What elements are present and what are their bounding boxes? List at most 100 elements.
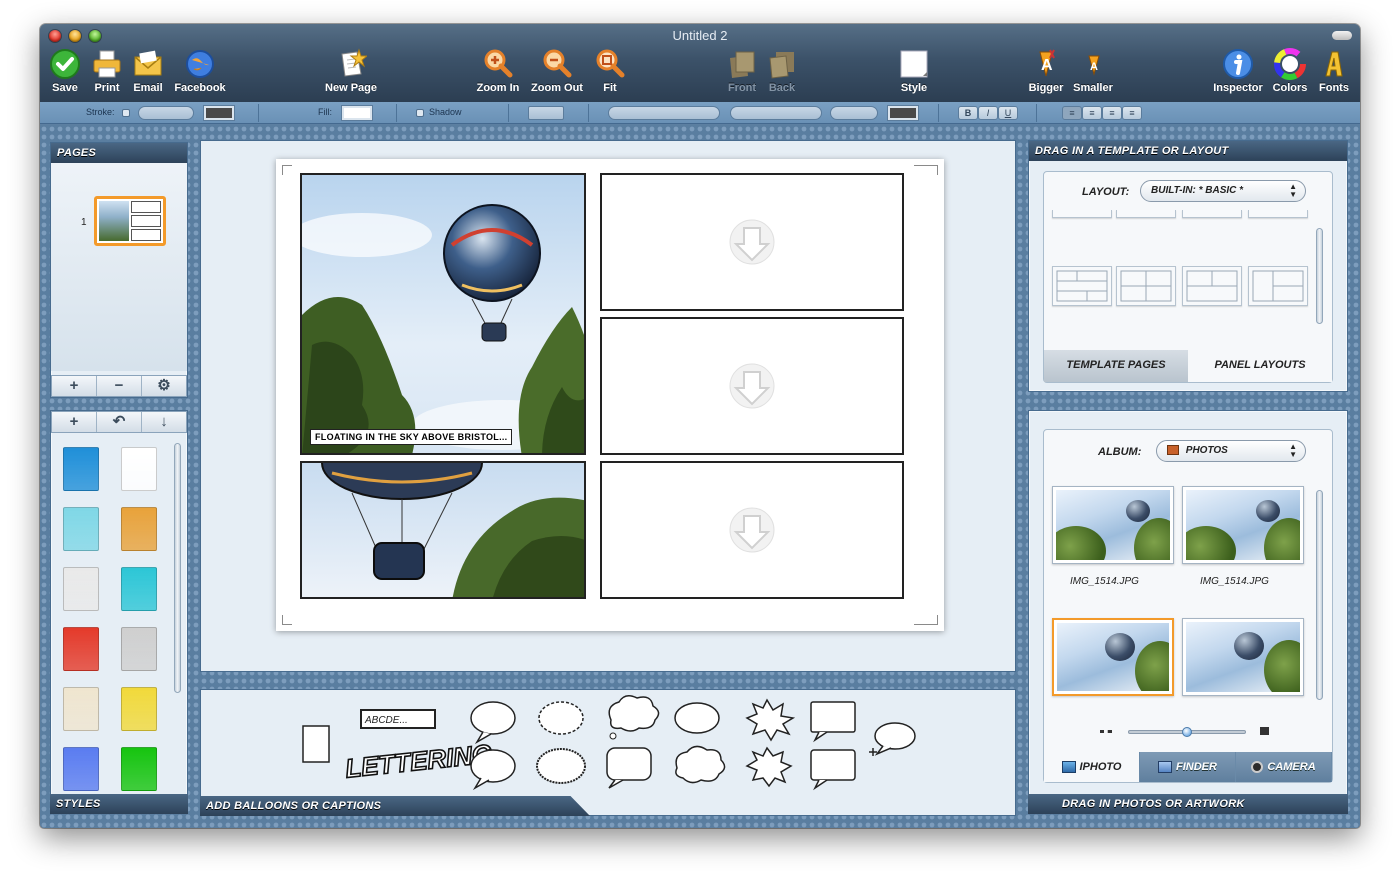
style-swatch[interactable] (63, 627, 99, 671)
cloud-balloon-item[interactable] (675, 745, 726, 784)
fonts-button[interactable]: Fonts (1316, 48, 1352, 94)
whisper-balloon-item[interactable] (538, 701, 584, 735)
tab-panel-layouts[interactable]: Panel Layouts (1188, 350, 1332, 382)
album-popup[interactable]: Photos ▲ ▼ (1156, 440, 1306, 462)
layout-grid-icon (1056, 270, 1108, 302)
thumbnail-size-slider[interactable] (1128, 727, 1246, 737)
font-size-popup[interactable] (830, 106, 878, 120)
style-swatch[interactable] (63, 447, 99, 491)
zoom-in-button[interactable]: Zoom In (474, 48, 522, 94)
comic-panel-photo-1[interactable]: FLOATING IN THE SKY ABOVE BRISTOL... (300, 173, 586, 455)
comic-panel-empty-1[interactable] (600, 173, 904, 311)
bold-button[interactable]: B (958, 106, 978, 120)
email-button[interactable]: Email (130, 48, 166, 94)
smaller-button[interactable]: A Smaller (1070, 48, 1116, 94)
remove-page-button[interactable]: − (97, 376, 142, 396)
layout-thumbnail[interactable] (1182, 266, 1242, 306)
style-swatch[interactable] (63, 687, 99, 731)
layout-thumbnail[interactable] (1116, 266, 1176, 306)
rect-balloon-item[interactable] (810, 701, 856, 743)
templates-scrollbar[interactable] (1316, 228, 1323, 324)
send-to-back-button[interactable]: Back (764, 48, 800, 94)
burst-balloon-alt-item[interactable] (745, 746, 793, 788)
blank-panel-item[interactable] (302, 725, 330, 763)
inspector-button[interactable]: Inspector (1210, 48, 1266, 94)
apply-style-button[interactable]: ↓ (142, 412, 186, 432)
style-swatch[interactable] (121, 627, 157, 671)
scalloped-balloon-item[interactable] (536, 748, 586, 784)
italic-button[interactable]: I (978, 106, 998, 120)
shadow-checkbox[interactable] (416, 109, 424, 117)
photos-icon (1167, 445, 1179, 456)
new-page-button[interactable]: New Page (320, 48, 382, 94)
stroke-checkbox[interactable] (122, 109, 130, 117)
comic-panel-empty-3[interactable] (600, 461, 904, 599)
style-swatch[interactable] (121, 507, 157, 551)
photo-thumbnail[interactable] (1182, 486, 1304, 564)
stroke-color-well[interactable] (203, 105, 235, 121)
add-style-button[interactable]: + (52, 412, 97, 432)
caption-box[interactable]: FLOATING IN THE SKY ABOVE BRISTOL... (310, 429, 513, 445)
burst-balloon-item[interactable] (745, 698, 796, 742)
tab-finder[interactable]: Finder (1140, 752, 1236, 782)
tab-camera[interactable]: Camera (1236, 752, 1332, 782)
photo-thumbnail[interactable] (1182, 618, 1304, 696)
layout-thumbnail[interactable] (1248, 210, 1308, 218)
speech-balloon-alt-item[interactable] (470, 749, 516, 791)
underline-button[interactable]: U (998, 106, 1018, 120)
align-justify-button[interactable]: ≡ (1122, 106, 1142, 120)
shadow-style-popup[interactable] (528, 106, 564, 120)
revert-style-button[interactable]: ↶ (97, 412, 142, 432)
bring-to-front-button[interactable]: Front (722, 48, 762, 94)
bigger-button[interactable]: A Bigger (1026, 48, 1066, 94)
print-button[interactable]: Print (90, 48, 124, 94)
facebook-button[interactable]: Facebook (172, 48, 228, 94)
style-swatch[interactable] (121, 447, 157, 491)
layout-thumbnail[interactable] (1052, 266, 1112, 306)
align-center-button[interactable]: ≡ (1082, 106, 1102, 120)
stroke-style-popup[interactable] (138, 106, 194, 120)
styles-scrollbar[interactable] (174, 443, 181, 693)
tab-template-pages[interactable]: Template Pages (1044, 350, 1188, 382)
slider-knob[interactable] (1182, 727, 1192, 737)
add-page-button[interactable]: + (52, 376, 97, 396)
page-thumbnail[interactable] (94, 196, 166, 246)
layout-popup[interactable]: Built-in: * Basic * ▲ ▼ (1140, 180, 1306, 202)
square-balloon-item[interactable] (606, 747, 652, 789)
save-button[interactable]: Save (48, 48, 82, 94)
colors-button[interactable]: Colors (1270, 48, 1310, 94)
zoom-out-button[interactable]: Zoom Out (528, 48, 586, 94)
page-settings-button[interactable]: ⚙ (142, 376, 186, 396)
fill-color-well[interactable] (341, 105, 373, 121)
tab-iphoto[interactable]: iPhoto (1044, 752, 1140, 782)
style-swatch[interactable] (121, 687, 157, 731)
oval-balloon-item[interactable] (674, 702, 720, 734)
text-color-well[interactable] (887, 105, 919, 121)
fit-button[interactable]: Fit (592, 48, 628, 94)
font-family-popup[interactable] (608, 106, 720, 120)
align-left-button[interactable]: ≡ (1062, 106, 1082, 120)
style-swatch[interactable] (63, 567, 99, 611)
photo-thumbnail-selected[interactable] (1052, 618, 1174, 696)
speech-balloon-item[interactable] (470, 701, 516, 745)
style-button[interactable]: Style (896, 48, 932, 94)
rect-balloon-alt-item[interactable] (810, 749, 856, 791)
thumbnail-empty-panels (131, 201, 161, 241)
comic-panel-photo-2[interactable] (300, 461, 586, 599)
thought-balloon-item[interactable] (608, 695, 660, 740)
style-swatch[interactable] (63, 507, 99, 551)
add-custom-balloon-item[interactable] (869, 722, 916, 756)
align-right-button[interactable]: ≡ (1102, 106, 1122, 120)
photos-scrollbar[interactable] (1316, 490, 1323, 700)
layout-thumbnail[interactable] (1248, 266, 1308, 306)
style-swatch[interactable] (121, 747, 157, 791)
layout-thumbnail[interactable] (1052, 210, 1112, 218)
style-swatch[interactable] (63, 747, 99, 791)
lettering-item[interactable]: LETTERING (343, 738, 494, 785)
layout-thumbnail[interactable] (1182, 210, 1242, 218)
layout-thumbnail[interactable] (1116, 210, 1176, 218)
comic-panel-empty-2[interactable] (600, 317, 904, 455)
style-swatch[interactable] (121, 567, 157, 611)
font-style-popup[interactable] (730, 106, 822, 120)
photo-thumbnail[interactable] (1052, 486, 1174, 564)
